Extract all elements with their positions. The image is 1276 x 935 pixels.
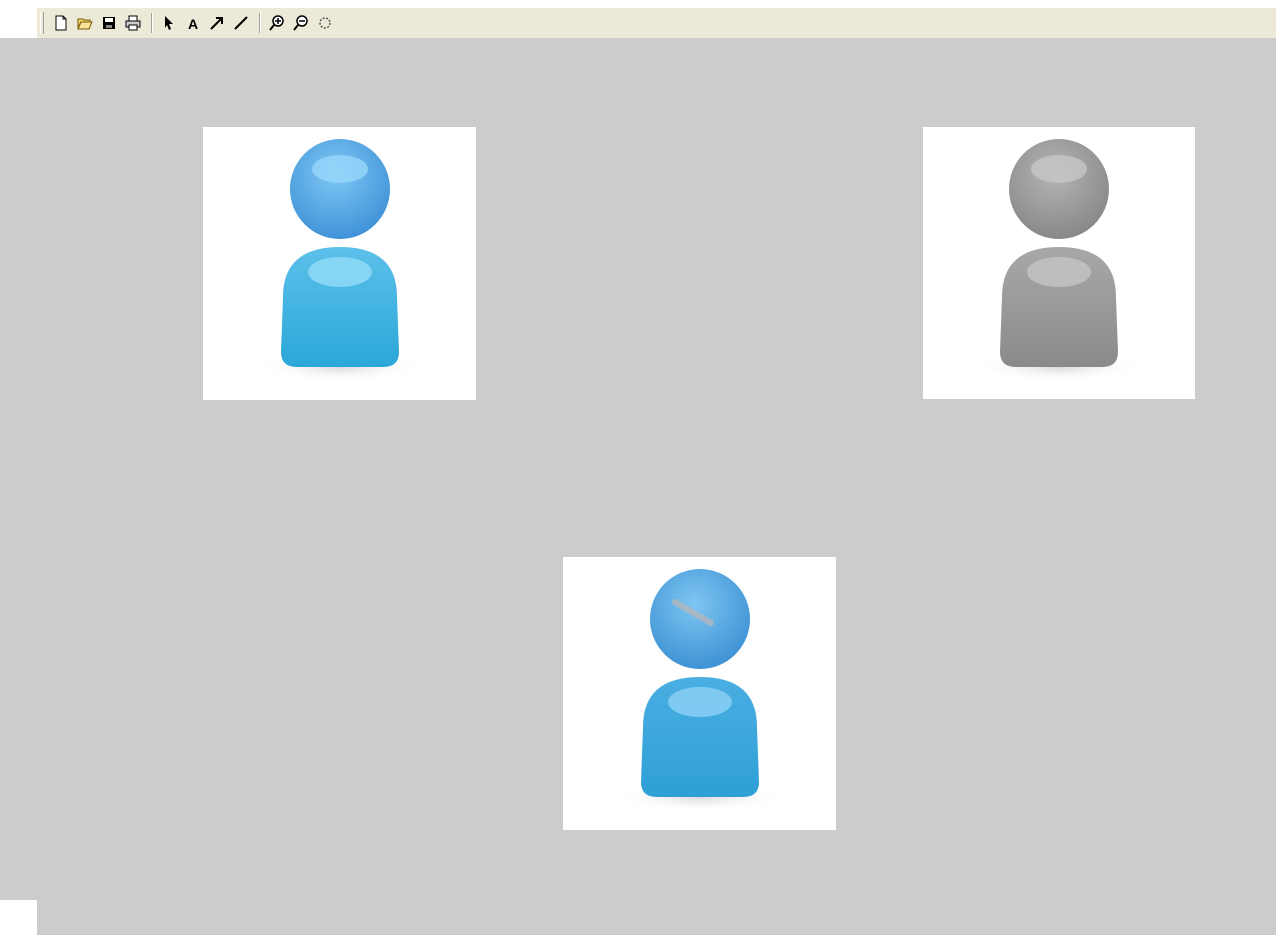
user-icon-blue-frame[interactable] xyxy=(203,127,476,400)
text-tool-icon: A xyxy=(188,16,198,31)
save-icon xyxy=(103,17,115,29)
left-strip xyxy=(0,0,37,38)
open-button[interactable] xyxy=(74,12,96,34)
user-icon-blue-reflected-frame[interactable] xyxy=(563,557,836,830)
new-document-icon xyxy=(55,15,67,31)
rotate-button[interactable] xyxy=(314,12,336,34)
print-button[interactable] xyxy=(122,12,144,34)
open-folder-icon xyxy=(77,18,93,30)
user-icon xyxy=(615,569,785,812)
text-tool-button[interactable]: A xyxy=(182,12,204,34)
arrow-tool-button[interactable] xyxy=(206,12,228,34)
text-tool-glyph: A xyxy=(188,16,198,31)
print-icon xyxy=(125,15,141,31)
user-icon-gray-frame[interactable] xyxy=(923,127,1195,399)
arrow-tool-icon xyxy=(210,17,223,30)
toolbar-separator xyxy=(259,13,261,33)
new-document-button[interactable] xyxy=(50,12,72,34)
user-icon xyxy=(255,139,425,382)
select-button[interactable] xyxy=(158,12,180,34)
toolbar-separator xyxy=(151,13,153,33)
line-tool-button[interactable] xyxy=(230,12,252,34)
rotate-icon xyxy=(319,17,331,29)
save-button[interactable] xyxy=(98,12,120,34)
user-icon xyxy=(974,139,1144,382)
zoom-out-icon xyxy=(293,15,308,31)
zoom-out-button[interactable] xyxy=(290,12,312,34)
line-tool-icon xyxy=(234,16,248,30)
zoom-in-icon xyxy=(269,15,284,31)
corner-patch xyxy=(0,900,37,935)
toolbar-grip[interactable] xyxy=(40,12,44,34)
zoom-in-button[interactable] xyxy=(266,12,288,34)
toolbar: A xyxy=(37,0,1276,38)
select-pointer-icon xyxy=(165,16,173,30)
